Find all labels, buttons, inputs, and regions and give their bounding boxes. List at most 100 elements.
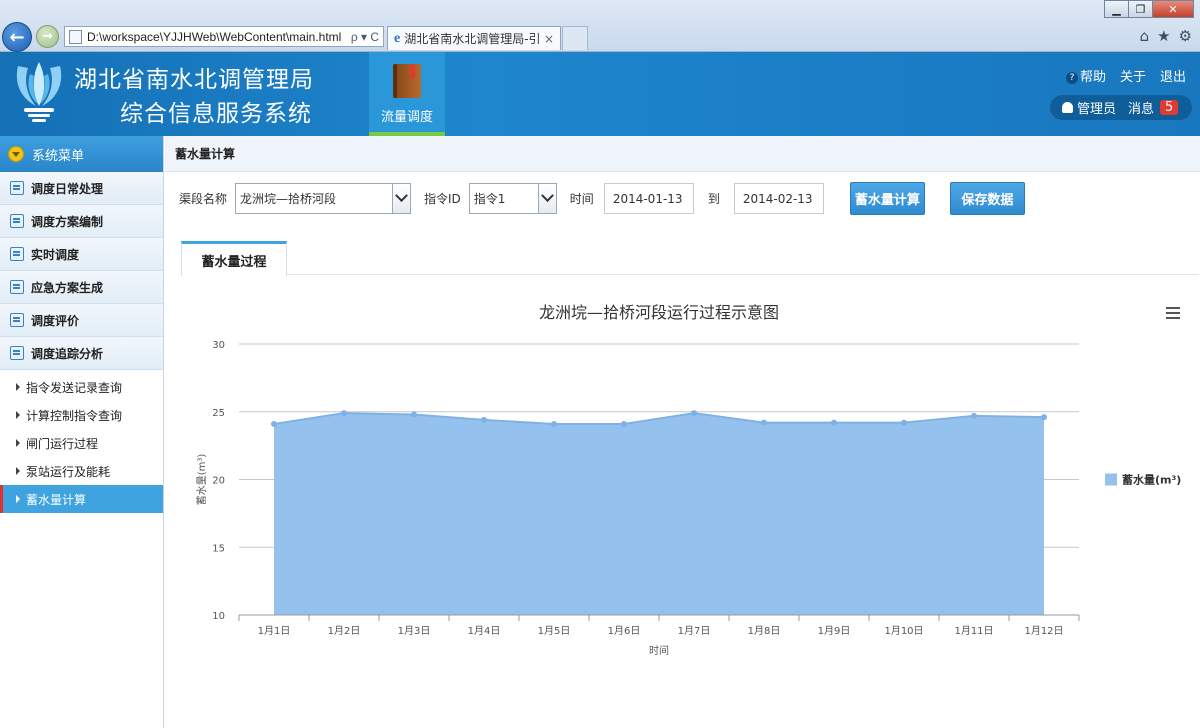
sidebar-item-daily[interactable]: 调度日常处理 (0, 172, 163, 205)
top-links: ? 帮助 关于 退出 (1065, 66, 1186, 85)
calendar-icon (10, 280, 24, 294)
y-tick-label: 30 (212, 340, 225, 351)
canal-label: 渠段名称 (179, 192, 228, 206)
list-icon (10, 181, 24, 195)
sidebar-item-plan-compile[interactable]: 调度方案编制 (0, 205, 163, 238)
legend-swatch (1105, 473, 1117, 486)
chat-icon (10, 214, 24, 228)
time-label: 时间 (569, 192, 594, 206)
end-date-input[interactable]: 2014-02-13 (733, 183, 824, 214)
page-title: 蓄水量计算 (165, 136, 1200, 172)
x-tick-label: 1月9日 (818, 625, 851, 637)
data-point (1041, 414, 1047, 421)
cmd-select-value: 指令1 (473, 192, 506, 206)
y-tick-label: 10 (212, 611, 225, 622)
sub-item-cmd-records[interactable]: 指令发送记录查询 (0, 373, 163, 401)
data-point (271, 420, 277, 427)
content-tab-strip: 蓄水量过程 (181, 241, 1199, 276)
legend-label: 蓄水量(m³) (1122, 473, 1181, 487)
x-tick-label: 1月2日 (328, 625, 361, 637)
sidebar: 系统菜单 调度日常处理 调度方案编制 实时调度 应急方案生成 调度评价 调度追踪… (0, 136, 164, 728)
x-tick-label: 1月5日 (538, 625, 571, 637)
x-tick-label: 1月11日 (954, 625, 993, 637)
chevron-down-icon (8, 146, 24, 162)
browser-tab[interactable]: e 湖北省南水北调管理局-引... × (387, 26, 561, 50)
home-icon[interactable]: ⌂ (1140, 27, 1150, 45)
gear-icon[interactable]: ⚙ (1179, 27, 1192, 45)
window-controls: ▁ ❐ ✕ (1104, 0, 1194, 18)
user-info: 管理员 消息 5 (1050, 95, 1192, 120)
start-date-input[interactable]: 2014-01-13 (603, 183, 694, 214)
cmd-select[interactable]: 指令1 (468, 183, 557, 214)
chevron-down-icon[interactable] (537, 184, 556, 213)
calc-storage-button[interactable]: 蓄水量计算 (849, 182, 925, 215)
user-name[interactable]: 管理员 (1077, 98, 1116, 117)
data-point (621, 420, 627, 427)
maximize-icon[interactable]: ❐ (1128, 0, 1153, 18)
x-tick-label: 1月12日 (1024, 625, 1063, 637)
back-button[interactable]: ← (2, 22, 32, 52)
to-label: 到 (707, 192, 720, 206)
page-icon (69, 29, 82, 44)
sidebar-sub-list: 指令发送记录查询 计算控制指令查询 闸门运行过程 泵站运行及能耗 蓄水量计算 (0, 370, 163, 513)
canal-select[interactable]: 龙洲垸—拾桥河段 (235, 183, 412, 214)
x-tick-label: 1月1日 (258, 625, 291, 637)
sidebar-item-label: 实时调度 (31, 247, 80, 262)
app-title-line1: 湖北省南水北调管理局 (74, 67, 314, 93)
sidebar-item-tracking[interactable]: 调度追踪分析 (0, 337, 163, 370)
address-bar[interactable]: D:\workspace\YJJHWeb\WebContent\main.htm… (64, 26, 384, 47)
app-header: 湖北省南水北调管理局 综合信息服务系统 流量调度 ? 帮助 关于 退出 管理员 消… (0, 52, 1200, 136)
y-tick-label: 15 (212, 543, 225, 554)
sub-item-pump-energy[interactable]: 泵站运行及能耗 (0, 457, 163, 485)
close-tab-icon[interactable]: × (544, 32, 554, 46)
sidebar-item-label: 调度日常处理 (31, 181, 104, 196)
data-point (971, 412, 977, 419)
sidebar-header[interactable]: 系统菜单 (0, 136, 163, 172)
save-data-button[interactable]: 保存数据 (949, 182, 1025, 215)
data-point (551, 420, 557, 427)
logout-link[interactable]: 退出 (1160, 66, 1186, 85)
sub-item-gate-process[interactable]: 闸门运行过程 (0, 429, 163, 457)
area-fill (274, 413, 1044, 615)
app-title-line2: 综合信息服务系统 (120, 101, 312, 127)
ie-icon: e (394, 30, 401, 46)
user-icon (1062, 102, 1073, 113)
x-tick-label: 1月10日 (884, 625, 923, 637)
forward-button[interactable]: → (36, 25, 59, 48)
messages-link[interactable]: 消息 (1128, 98, 1154, 117)
sub-item-calc-cmd[interactable]: 计算控制指令查询 (0, 401, 163, 429)
messages-count-badge[interactable]: 5 (1160, 100, 1179, 115)
sub-item-storage-calc[interactable]: 蓄水量计算 (0, 485, 163, 513)
storage-chart: 龙洲垸—拾桥河段运行过程示意图 10 15 20 25 30 1月1日 1月2日 1月3日 1月4… (196, 303, 1181, 657)
tab-storage-process[interactable]: 蓄水量过程 (181, 241, 287, 276)
data-point (341, 410, 347, 417)
new-tab-button[interactable] (562, 26, 588, 50)
address-url[interactable]: D:\workspace\YJJHWeb\WebContent\main.htm… (87, 30, 347, 44)
data-point (831, 419, 837, 426)
x-tick-label: 1月3日 (398, 625, 431, 637)
x-tick-label: 1月8日 (748, 625, 781, 637)
x-axis-title: 时间 (649, 644, 669, 657)
data-point (761, 419, 767, 426)
sidebar-item-emergency[interactable]: 应急方案生成 (0, 271, 163, 304)
x-tick-label: 1月4日 (468, 625, 501, 637)
help-icon: ? (1065, 72, 1078, 84)
favorites-star-icon[interactable]: ★ (1157, 27, 1170, 45)
browser-tab-title: 湖北省南水北调管理局-引... (404, 32, 540, 46)
sidebar-item-evaluation[interactable]: 调度评价 (0, 304, 163, 337)
sidebar-item-realtime[interactable]: 实时调度 (0, 238, 163, 271)
edit-icon (10, 247, 24, 261)
canal-select-value: 龙洲垸—拾桥河段 (240, 192, 337, 206)
sidebar-item-label: 应急方案生成 (31, 280, 104, 295)
x-tick-label: 1月6日 (608, 625, 641, 637)
sidebar-item-label: 调度评价 (31, 313, 80, 328)
x-tick-label: 1月7日 (678, 625, 711, 637)
module-tab-flow-dispatch[interactable]: 流量调度 (369, 52, 445, 136)
about-link[interactable]: 关于 (1120, 66, 1146, 85)
close-window-icon[interactable]: ✕ (1152, 0, 1194, 18)
help-link[interactable]: ? 帮助 (1065, 66, 1106, 85)
chevron-down-icon[interactable] (392, 184, 411, 213)
search-refresh-icon[interactable]: ρ ▾ C (351, 30, 379, 44)
minimize-icon[interactable]: ▁ (1104, 0, 1129, 18)
main-content: 蓄水量计算 渠段名称 龙洲垸—拾桥河段 指令ID 指令1 时间 2014-01-… (165, 136, 1200, 728)
